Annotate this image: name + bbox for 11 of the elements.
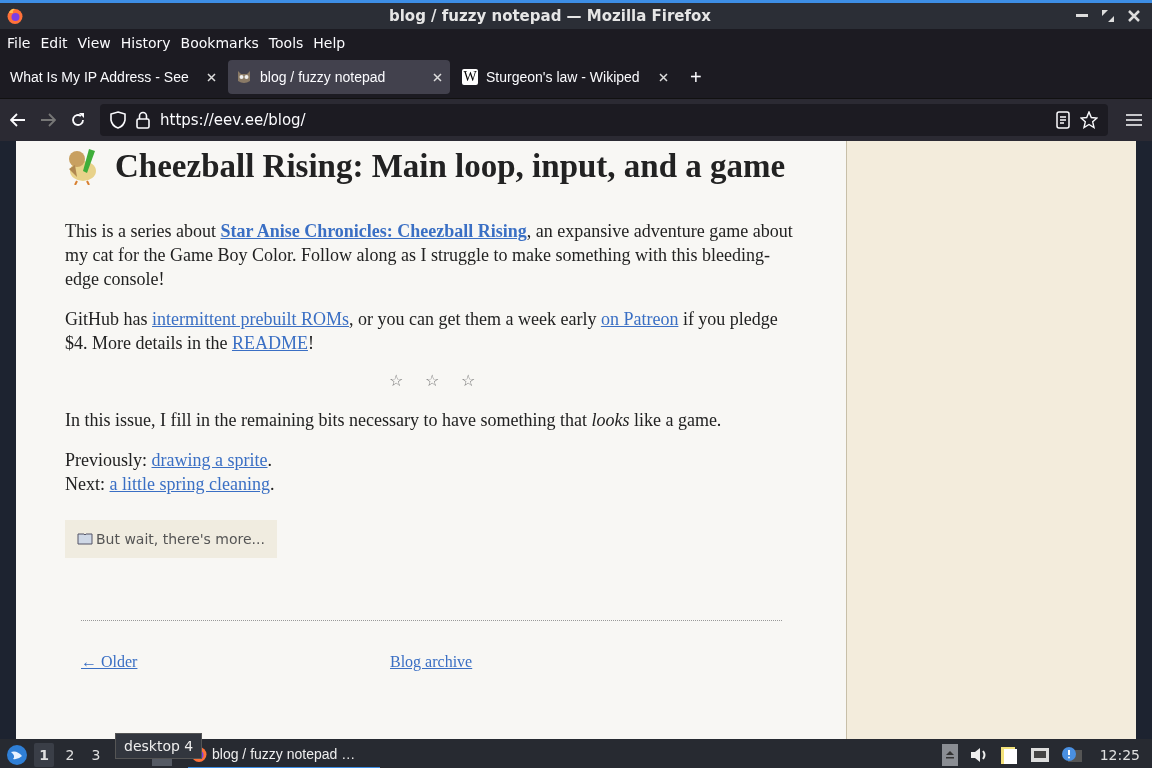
site-icon: W: [462, 69, 478, 85]
series-link-line: Previously: drawing a sprite.: [65, 449, 273, 472]
clock: 12:25: [1099, 747, 1140, 763]
paragraph: This is a series about Star Anise Chronicles: Cheezball Rising, an expansive adventure game about my cat for the Game Boy Color. Follow along as I struggle to make something with this bleeding-edge console!: [65, 220, 794, 291]
tooltip: desktop 4: [115, 733, 203, 759]
series-link-line: Next: a little spring cleaning.: [65, 473, 276, 496]
paragraph: GitHub has intermittent prebuilt ROMs, or you can get them a week early on Patreon if you pledge $4. More details in the README!: [65, 308, 779, 355]
section-divider: ☆ ☆ ☆: [387, 371, 476, 390]
article-title: Cheezball Rising: Main loop, input, and a game: [115, 147, 786, 185]
paragraph: In this issue, I fill in the remaining bits necessary to have something that looks like a game.: [65, 409, 723, 432]
window-title: blog / fuzzy notepad — Mozilla Firefox: [387, 7, 713, 25]
